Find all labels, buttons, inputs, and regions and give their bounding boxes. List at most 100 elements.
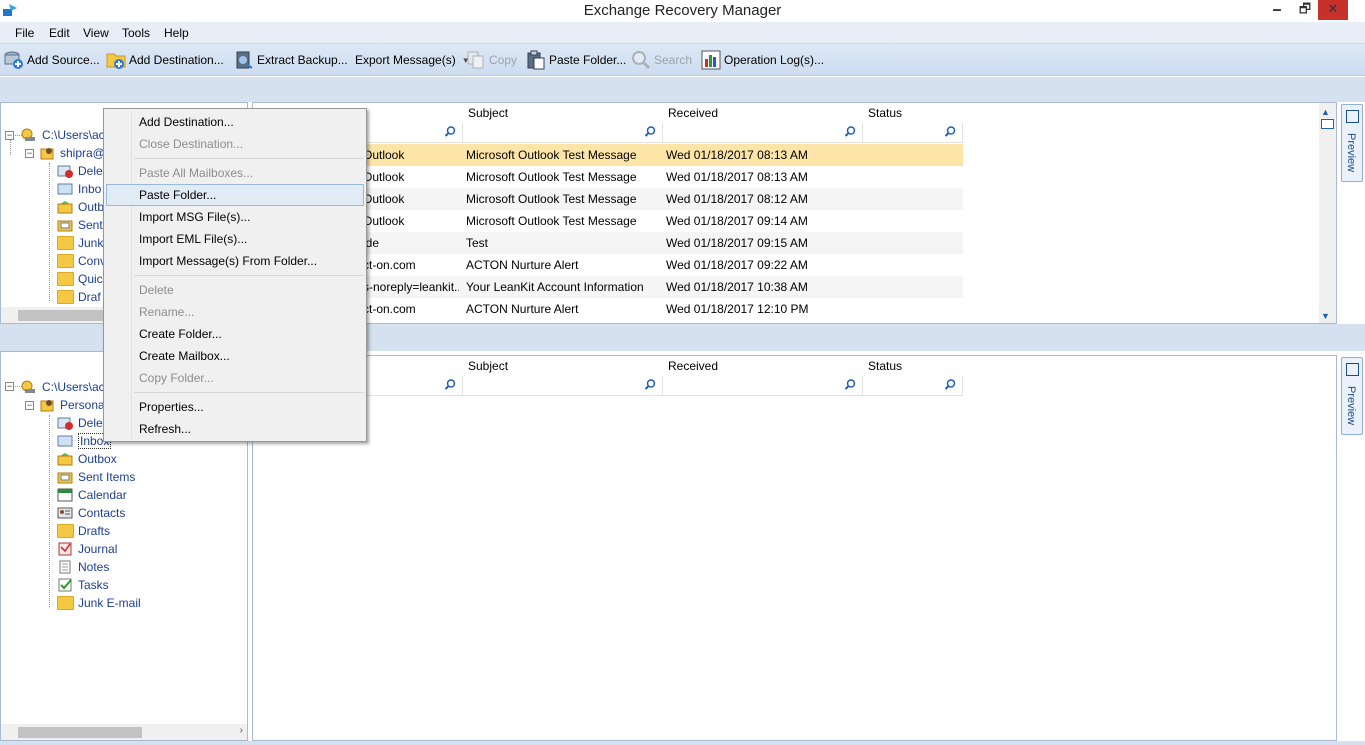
scrollbar-thumb[interactable] xyxy=(1321,119,1334,129)
tree-item-label: Quic xyxy=(78,272,103,286)
folder-icon xyxy=(57,272,74,286)
tree-item-calendar[interactable]: Calendar xyxy=(57,486,127,504)
filter-subject[interactable] xyxy=(463,123,663,143)
menu-item-copy-folder[interactable]: Copy Folder... xyxy=(106,367,364,389)
tree-item-source-root[interactable]: C:\Users\ac xyxy=(21,126,105,144)
tree-horizontal-scrollbar[interactable]: › xyxy=(1,724,247,740)
cell-from: Outlook xyxy=(363,192,405,206)
menu-item-import-from-folder[interactable]: Import Message(s) From Folder... xyxy=(106,250,364,272)
column-header-status[interactable]: Status xyxy=(864,356,964,376)
add-source-button[interactable]: Add Source... xyxy=(4,49,100,71)
column-header-status[interactable]: Status xyxy=(864,103,964,123)
menu-help[interactable]: Help xyxy=(164,26,189,40)
paste-folder-button[interactable]: Paste Folder... xyxy=(526,49,626,71)
tree-item-label: Sent xyxy=(78,218,103,232)
bar-chart-log-icon xyxy=(701,50,721,70)
filter-received[interactable] xyxy=(663,123,863,143)
grid-vertical-scrollbar[interactable]: ▲ ▼ xyxy=(1319,103,1336,323)
tree-item-outbox[interactable]: Outbox xyxy=(57,450,117,468)
menu-item-create-folder[interactable]: Create Folder... xyxy=(106,323,364,345)
tree-item-junk-email[interactable]: Junk E-mail xyxy=(57,594,141,612)
export-messages-button[interactable]: Export Message(s) ▼ xyxy=(355,49,470,71)
add-source-label: Add Source... xyxy=(27,53,100,67)
preview-tab-top[interactable]: Preview xyxy=(1341,104,1363,182)
menu-tools[interactable]: Tools xyxy=(122,26,150,40)
minimize-button[interactable]: 🗕 xyxy=(1262,0,1292,20)
tree-item-label: Dele xyxy=(78,164,103,178)
tree-item-drafts[interactable]: Drafts xyxy=(57,522,110,540)
filter-status[interactable] xyxy=(863,376,963,396)
close-button[interactable]: ✕ xyxy=(1318,0,1348,20)
copy-button[interactable]: Copy xyxy=(466,49,517,71)
filter-subject[interactable] xyxy=(463,376,663,396)
menu-item-delete[interactable]: Delete xyxy=(106,279,364,301)
menu-item-close-destination[interactable]: Close Destination... xyxy=(106,133,364,155)
scroll-down-icon[interactable]: ▼ xyxy=(1321,311,1330,321)
scrollbar-thumb[interactable] xyxy=(18,727,142,738)
operation-logs-button[interactable]: Operation Log(s)... xyxy=(701,49,824,71)
menu-item-create-mailbox[interactable]: Create Mailbox... xyxy=(106,345,364,367)
maximize-button[interactable]: 🗗 xyxy=(1290,0,1320,20)
drive-key-icon xyxy=(21,380,35,393)
scroll-up-icon[interactable]: ▲ xyxy=(1321,107,1330,117)
menu-item-properties[interactable]: Properties... xyxy=(106,396,364,418)
extract-backup-button[interactable]: Extract Backup... xyxy=(234,49,348,71)
collapse-toggle[interactable]: − xyxy=(5,382,14,391)
preview-label: Preview xyxy=(1345,386,1357,426)
tree-item-contacts[interactable]: Contacts xyxy=(57,504,125,522)
tree-item-journal[interactable]: Journal xyxy=(57,540,117,558)
column-header-received[interactable]: Received xyxy=(664,356,864,376)
menu-item-rename[interactable]: Rename... xyxy=(106,301,364,323)
tree-item-destination-root[interactable]: C:\Users\ac xyxy=(21,378,105,396)
column-header-subject[interactable]: Subject xyxy=(464,356,664,376)
tree-item-tasks[interactable]: Tasks xyxy=(57,576,109,594)
collapse-toggle[interactable]: − xyxy=(25,149,34,158)
scroll-right-icon[interactable]: › xyxy=(240,725,243,736)
cell-subject: ACTON Nurture Alert xyxy=(466,302,579,316)
folder-icon xyxy=(57,236,74,250)
tree-item-personal-folders[interactable]: Persona xyxy=(39,396,105,414)
preview-tab-bottom[interactable]: Preview xyxy=(1341,357,1363,435)
search-icon xyxy=(945,126,956,137)
menu-item-paste-all-mailboxes[interactable]: Paste All Mailboxes... xyxy=(106,162,364,184)
menu-item-refresh[interactable]: Refresh... xyxy=(106,418,364,440)
filter-received[interactable] xyxy=(663,376,863,396)
tree-item-label: Persona xyxy=(60,398,105,412)
menu-item-import-msg[interactable]: Import MSG File(s)... xyxy=(106,206,364,228)
tree-item-sent-items[interactable]: Sent Items xyxy=(57,468,135,486)
tree-item-conversation[interactable]: Conv xyxy=(57,252,106,270)
tree-item-deleted[interactable]: Dele xyxy=(57,162,103,180)
menu-item-add-destination[interactable]: Add Destination... xyxy=(106,111,364,133)
tree-item-deleted[interactable]: Dele xyxy=(57,414,103,432)
menu-file[interactable]: File xyxy=(15,26,34,40)
tree-item-notes[interactable]: Notes xyxy=(57,558,109,576)
column-header-subject[interactable]: Subject xyxy=(464,103,664,123)
tree-item-mailbox[interactable]: shipra@ xyxy=(39,144,105,162)
add-destination-button[interactable]: Add Destination... xyxy=(106,49,224,71)
filter-status[interactable] xyxy=(863,123,963,143)
tree-item-drafts[interactable]: Draf xyxy=(57,288,101,306)
collapse-toggle[interactable]: − xyxy=(25,401,34,410)
tree-item-junk[interactable]: Junk xyxy=(57,234,103,252)
column-header-received[interactable]: Received xyxy=(664,103,864,123)
menu-edit[interactable]: Edit xyxy=(49,26,70,40)
deleted-items-icon xyxy=(57,417,73,430)
collapse-toggle[interactable]: − xyxy=(5,131,14,140)
inbox-icon xyxy=(57,183,73,195)
cell-subject: Microsoft Outlook Test Message xyxy=(466,192,637,206)
tree-item-inbox[interactable]: Inbo xyxy=(57,180,101,198)
menu-view[interactable]: View xyxy=(83,26,109,40)
mailbox-user-icon xyxy=(40,148,54,160)
cell-received: Wed 01/18/2017 09:14 AM xyxy=(666,214,808,228)
menu-item-paste-folder[interactable]: Paste Folder... xyxy=(106,184,364,206)
tree-item-sent[interactable]: Sent xyxy=(57,216,103,234)
tree-item-label: Junk xyxy=(78,236,104,250)
tree-item-outbox[interactable]: Outb xyxy=(57,198,104,216)
sent-items-icon xyxy=(57,220,73,232)
scrollbar-thumb[interactable] xyxy=(18,310,108,321)
window-title: Exchange Recovery Manager xyxy=(583,2,782,19)
outbox-icon xyxy=(57,453,73,466)
tree-item-quick[interactable]: Quic xyxy=(57,270,103,288)
search-button[interactable]: Search xyxy=(631,49,692,71)
menu-item-import-eml[interactable]: Import EML File(s)... xyxy=(106,228,364,250)
